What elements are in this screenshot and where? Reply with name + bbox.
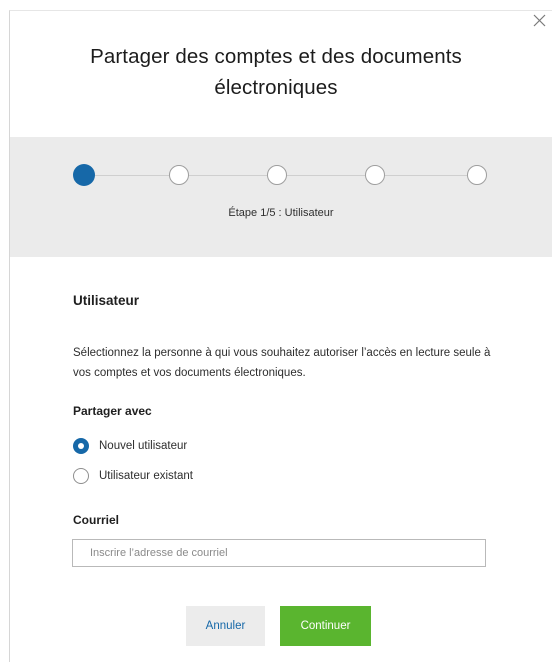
step-connector: [287, 175, 365, 176]
stepper: [10, 137, 552, 257]
section-title: Utilisateur: [73, 293, 140, 308]
description-text: Sélectionnez la personne à qui vous souh…: [73, 347, 491, 379]
step-3-indicator: [267, 165, 287, 185]
modal-title: Partager des comptes et des documents él…: [90, 45, 462, 99]
cancel-button[interactable]: Annuler: [186, 606, 265, 646]
email-label: Courriel: [73, 513, 120, 527]
step-2-indicator: [169, 165, 189, 185]
step-connector: [95, 175, 169, 176]
step-5-indicator: [467, 165, 487, 185]
radio-existing-user[interactable]: Utilisateur existant: [73, 467, 193, 485]
close-button[interactable]: [533, 14, 546, 27]
radio-label: Nouvel utilisateur: [99, 440, 188, 452]
step-connector: [189, 175, 267, 176]
radio-checked-icon[interactable]: [73, 438, 89, 454]
step-connector: [385, 175, 467, 176]
close-icon: [533, 14, 546, 27]
share-with-label: Partager avec: [73, 404, 152, 418]
radio-label: Utilisateur existant: [99, 470, 193, 482]
step-1-indicator: [73, 164, 95, 186]
email-input[interactable]: [72, 539, 486, 567]
continue-button[interactable]: Continuer: [280, 606, 371, 646]
step-4-indicator: [365, 165, 385, 185]
radio-new-user[interactable]: Nouvel utilisateur: [73, 437, 187, 455]
step-label: Étape 1/5 : Utilisateur: [228, 207, 334, 219]
radio-unchecked-icon[interactable]: [73, 468, 89, 484]
